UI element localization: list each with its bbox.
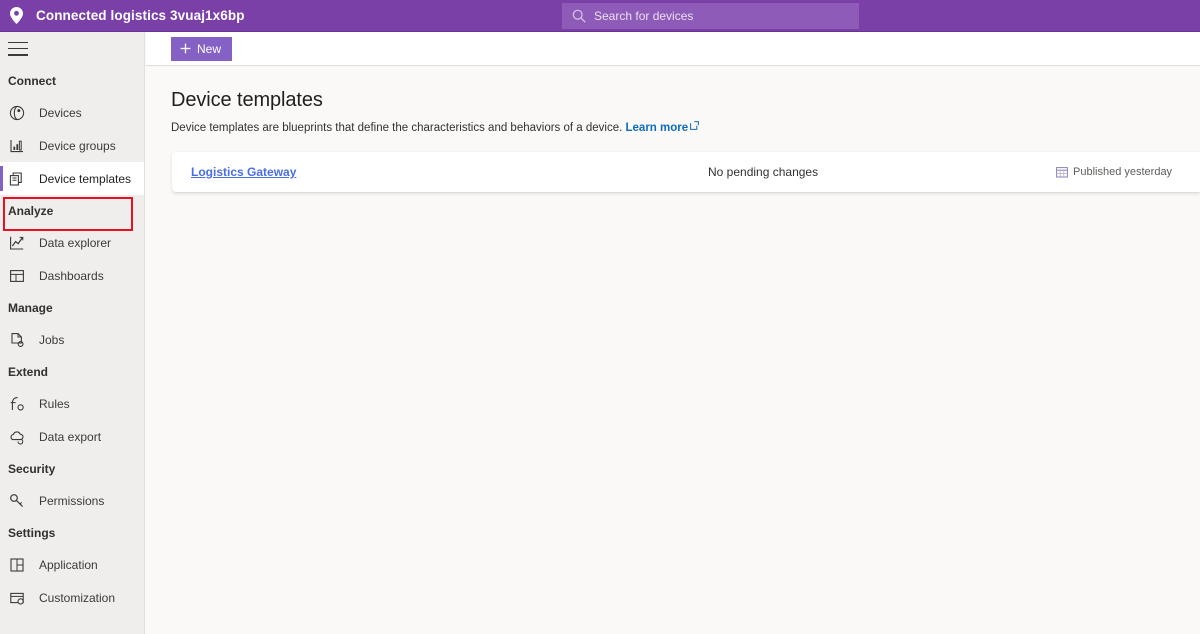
top-app-bar: Connected logistics 3vuaj1x6bp Search fo… [0,0,1200,32]
sidebar-item-jobs[interactable]: Jobs [0,323,144,356]
sidebar-item-rules[interactable]: Rules [0,387,144,420]
new-button[interactable]: New [171,37,232,61]
sidebar-item-label: Rules [39,397,70,411]
page-description: Device templates are blueprints that def… [171,121,1200,134]
sidebar-item-label: Application [39,558,98,572]
page-description-text: Device templates are blueprints that def… [171,122,622,134]
page-header: Device templates Device templates are bl… [146,66,1200,134]
sidebar-item-application[interactable]: Application [0,548,144,581]
sidebar-group-settings: Settings [0,517,144,548]
line-chart-icon [8,234,26,252]
learn-more-label: Learn more [626,122,689,134]
hamburger-menu-button[interactable] [0,32,145,65]
sidebar-item-data-explorer[interactable]: Data explorer [0,226,144,259]
location-pin-icon [0,0,32,32]
sidebar-item-device-groups[interactable]: Device groups [0,129,144,162]
sidebar-item-dashboards[interactable]: Dashboards [0,259,144,292]
search-placeholder: Search for devices [594,9,693,23]
template-name-link[interactable]: Logistics Gateway [191,165,296,179]
sidebar: Connect Devices Device groups [0,32,145,634]
sidebar-item-label: Dashboards [39,269,104,283]
sidebar-group-security: Security [0,453,144,484]
sidebar-item-label: Customization [39,591,115,605]
sidebar-item-label: Devices [39,106,82,120]
main-content: New Device templates Device templates ar… [146,32,1200,634]
device-templates-icon [8,170,26,188]
plus-icon [180,43,191,54]
sidebar-item-device-templates[interactable]: Device templates [0,162,144,195]
sidebar-item-label: Data export [39,430,101,444]
sidebar-item-customization[interactable]: Customization [0,581,144,614]
cloud-export-icon [8,428,26,446]
page-title: Device templates [171,89,1200,112]
devices-icon [8,104,26,122]
sidebar-item-label: Permissions [39,494,104,508]
jobs-document-icon [8,331,26,349]
hamburger-menu-icon [8,42,28,56]
sidebar-group-manage: Manage [0,292,144,323]
device-groups-icon [8,137,26,155]
new-button-label: New [197,42,221,56]
search-input[interactable]: Search for devices [562,3,859,29]
command-toolbar: New [146,32,1200,66]
sidebar-item-permissions[interactable]: Permissions [0,484,144,517]
sidebar-item-label: Data explorer [39,236,111,250]
app-title: Connected logistics 3vuaj1x6bp [36,8,245,23]
customization-icon [8,589,26,607]
sidebar-item-label: Device groups [39,139,116,153]
application-icon [8,556,26,574]
sidebar-item-devices[interactable]: Devices [0,96,144,129]
sidebar-group-connect: Connect [0,65,144,96]
template-published: Published yesterday [1056,166,1172,178]
sidebar-item-label: Device templates [39,172,131,186]
learn-more-link[interactable]: Learn more [626,122,689,134]
external-link-icon [690,121,699,133]
table-row[interactable]: Logistics Gateway No pending changes Pub… [172,152,1200,192]
sidebar-group-extend: Extend [0,356,144,387]
dashboard-grid-icon [8,267,26,285]
template-status: No pending changes [708,165,818,179]
sidebar-group-analyze: Analyze [0,195,144,226]
rules-icon [8,395,26,413]
key-icon [8,492,26,510]
sidebar-item-data-export[interactable]: Data export [0,420,144,453]
search-icon [570,7,588,25]
calendar-icon [1056,166,1068,178]
sidebar-item-label: Jobs [39,333,64,347]
published-label: Published yesterday [1073,166,1172,178]
